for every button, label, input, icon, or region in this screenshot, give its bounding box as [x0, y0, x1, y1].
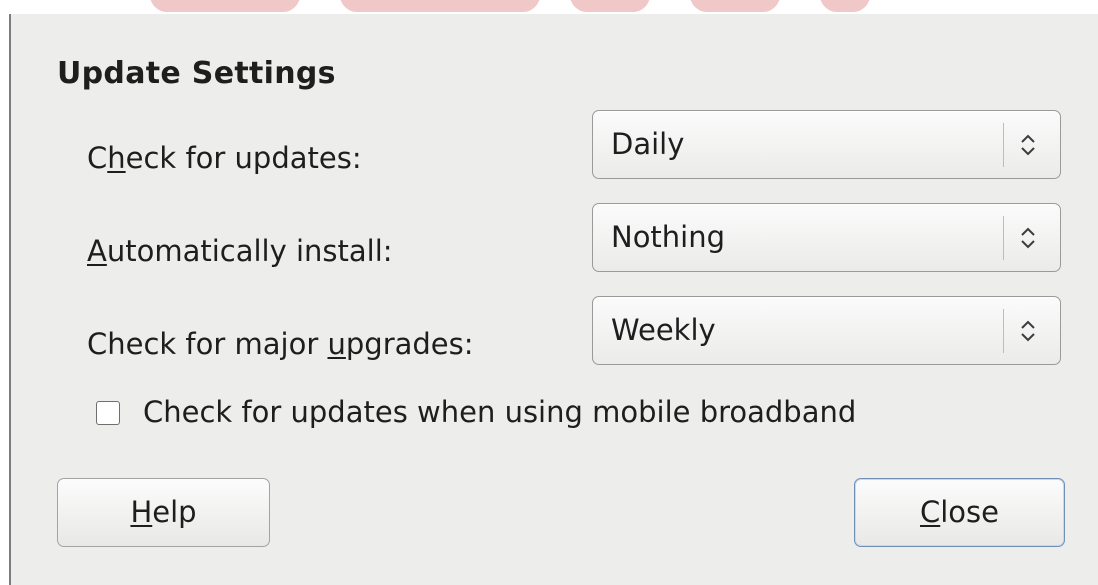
combo-separator: [1003, 309, 1004, 353]
mobile-broadband-checkbox[interactable]: [96, 401, 120, 425]
banner-stroke: [820, 0, 870, 12]
close-button[interactable]: Close: [854, 478, 1065, 547]
banner-stroke: [690, 0, 780, 12]
check-for-updates-combo[interactable]: Daily: [592, 110, 1061, 179]
combo-value: Weekly: [611, 313, 716, 347]
banner-stroke: [340, 0, 540, 12]
update-settings-dialog: Update Settings Check for updates: Daily…: [9, 14, 1098, 585]
combo-separator: [1003, 123, 1004, 167]
combo-value: Daily: [611, 127, 685, 161]
up-down-chevron-icon: [1021, 227, 1035, 249]
check-for-major-upgrades-combo[interactable]: Weekly: [592, 296, 1061, 365]
check-for-updates-label: Check for updates:: [87, 141, 362, 175]
combo-separator: [1003, 216, 1004, 260]
background-banner: [0, 0, 1098, 14]
automatically-install-label: Automatically install:: [87, 234, 393, 268]
automatically-install-combo[interactable]: Nothing: [592, 203, 1061, 272]
section-title: Update Settings: [57, 56, 336, 91]
combo-value: Nothing: [611, 220, 726, 254]
help-button[interactable]: Help: [57, 478, 270, 547]
mobile-broadband-label[interactable]: Check for updates when using mobile broa…: [143, 394, 856, 430]
banner-stroke: [150, 0, 300, 12]
up-down-chevron-icon: [1021, 320, 1035, 342]
up-down-chevron-icon: [1021, 134, 1035, 156]
banner-stroke: [570, 0, 650, 12]
check-for-major-upgrades-label: Check for major upgrades:: [87, 327, 474, 361]
